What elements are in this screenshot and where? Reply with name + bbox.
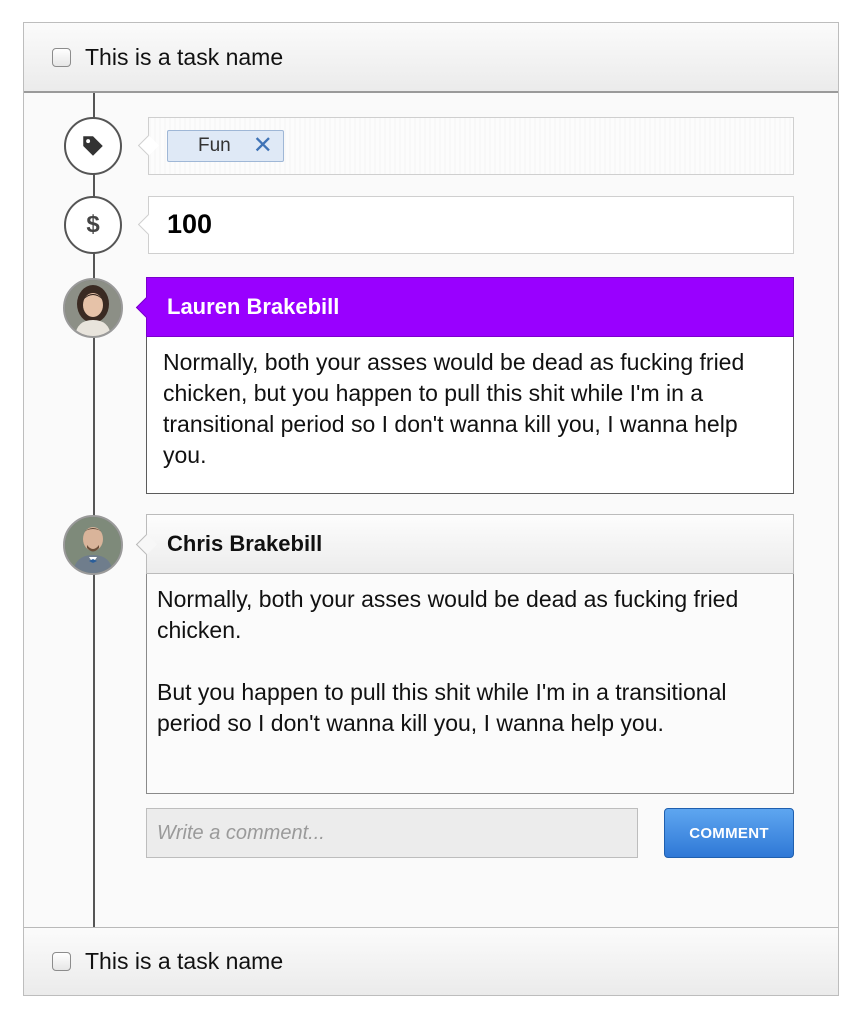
task-checkbox[interactable]	[52, 47, 71, 67]
close-icon[interactable]: ✕	[253, 134, 273, 158]
comment-header: Lauren Brakebill	[135, 277, 794, 337]
comment-author[interactable]: Chris Brakebill	[167, 531, 322, 557]
comment-author[interactable]: Lauren Brakebill	[167, 294, 339, 320]
comment-button[interactable]: COMMENT	[664, 808, 794, 858]
dollar-glyph: $	[86, 211, 100, 238]
task-checkbox[interactable]	[52, 952, 71, 971]
field-pointer	[137, 134, 160, 157]
tags-field[interactable]: Fun ✕	[137, 117, 794, 175]
comment-input[interactable]	[146, 808, 638, 858]
comment-paragraph: Normally, both your asses would be dead …	[157, 586, 739, 643]
tag-icon-svg	[83, 136, 103, 156]
tag-icon	[64, 117, 122, 175]
field-pointer	[137, 213, 160, 236]
tag-label: Fun	[198, 135, 231, 156]
dollar-icon: $	[64, 196, 122, 254]
comment-paragraph: But you happen to pull this shit while I…	[157, 679, 727, 736]
comment-paragraph: Normally, both your asses would be dead …	[163, 349, 745, 468]
comment-pointer	[135, 533, 158, 556]
task-footer[interactable]: This is a task name	[24, 927, 838, 995]
tag-chip-fun[interactable]: Fun ✕	[167, 130, 284, 162]
task-name[interactable]: This is a task name	[85, 44, 283, 71]
task-card: This is a task name Fun ✕ $ 100 Lauren B…	[23, 22, 839, 996]
comment-body: Normally, both your asses would be dead …	[146, 574, 794, 794]
comment-composer: COMMENT	[146, 808, 794, 858]
comment-body: Normally, both your asses would be dead …	[146, 337, 794, 494]
task-name[interactable]: This is a task name	[85, 948, 283, 975]
comment-pointer	[135, 296, 158, 319]
comment-chris: Chris Brakebill Normally, both your asse…	[135, 514, 794, 794]
value-text[interactable]: 100	[167, 209, 212, 240]
avatar-chris	[63, 515, 123, 575]
comment-lauren: Lauren Brakebill Normally, both your ass…	[135, 277, 794, 494]
avatar-chris-image	[65, 517, 121, 573]
avatar-lauren-image	[65, 280, 121, 336]
comment-header: Chris Brakebill	[135, 514, 794, 574]
value-field[interactable]: 100	[137, 196, 794, 254]
avatar-lauren	[63, 278, 123, 338]
task-header[interactable]: This is a task name	[24, 23, 838, 93]
